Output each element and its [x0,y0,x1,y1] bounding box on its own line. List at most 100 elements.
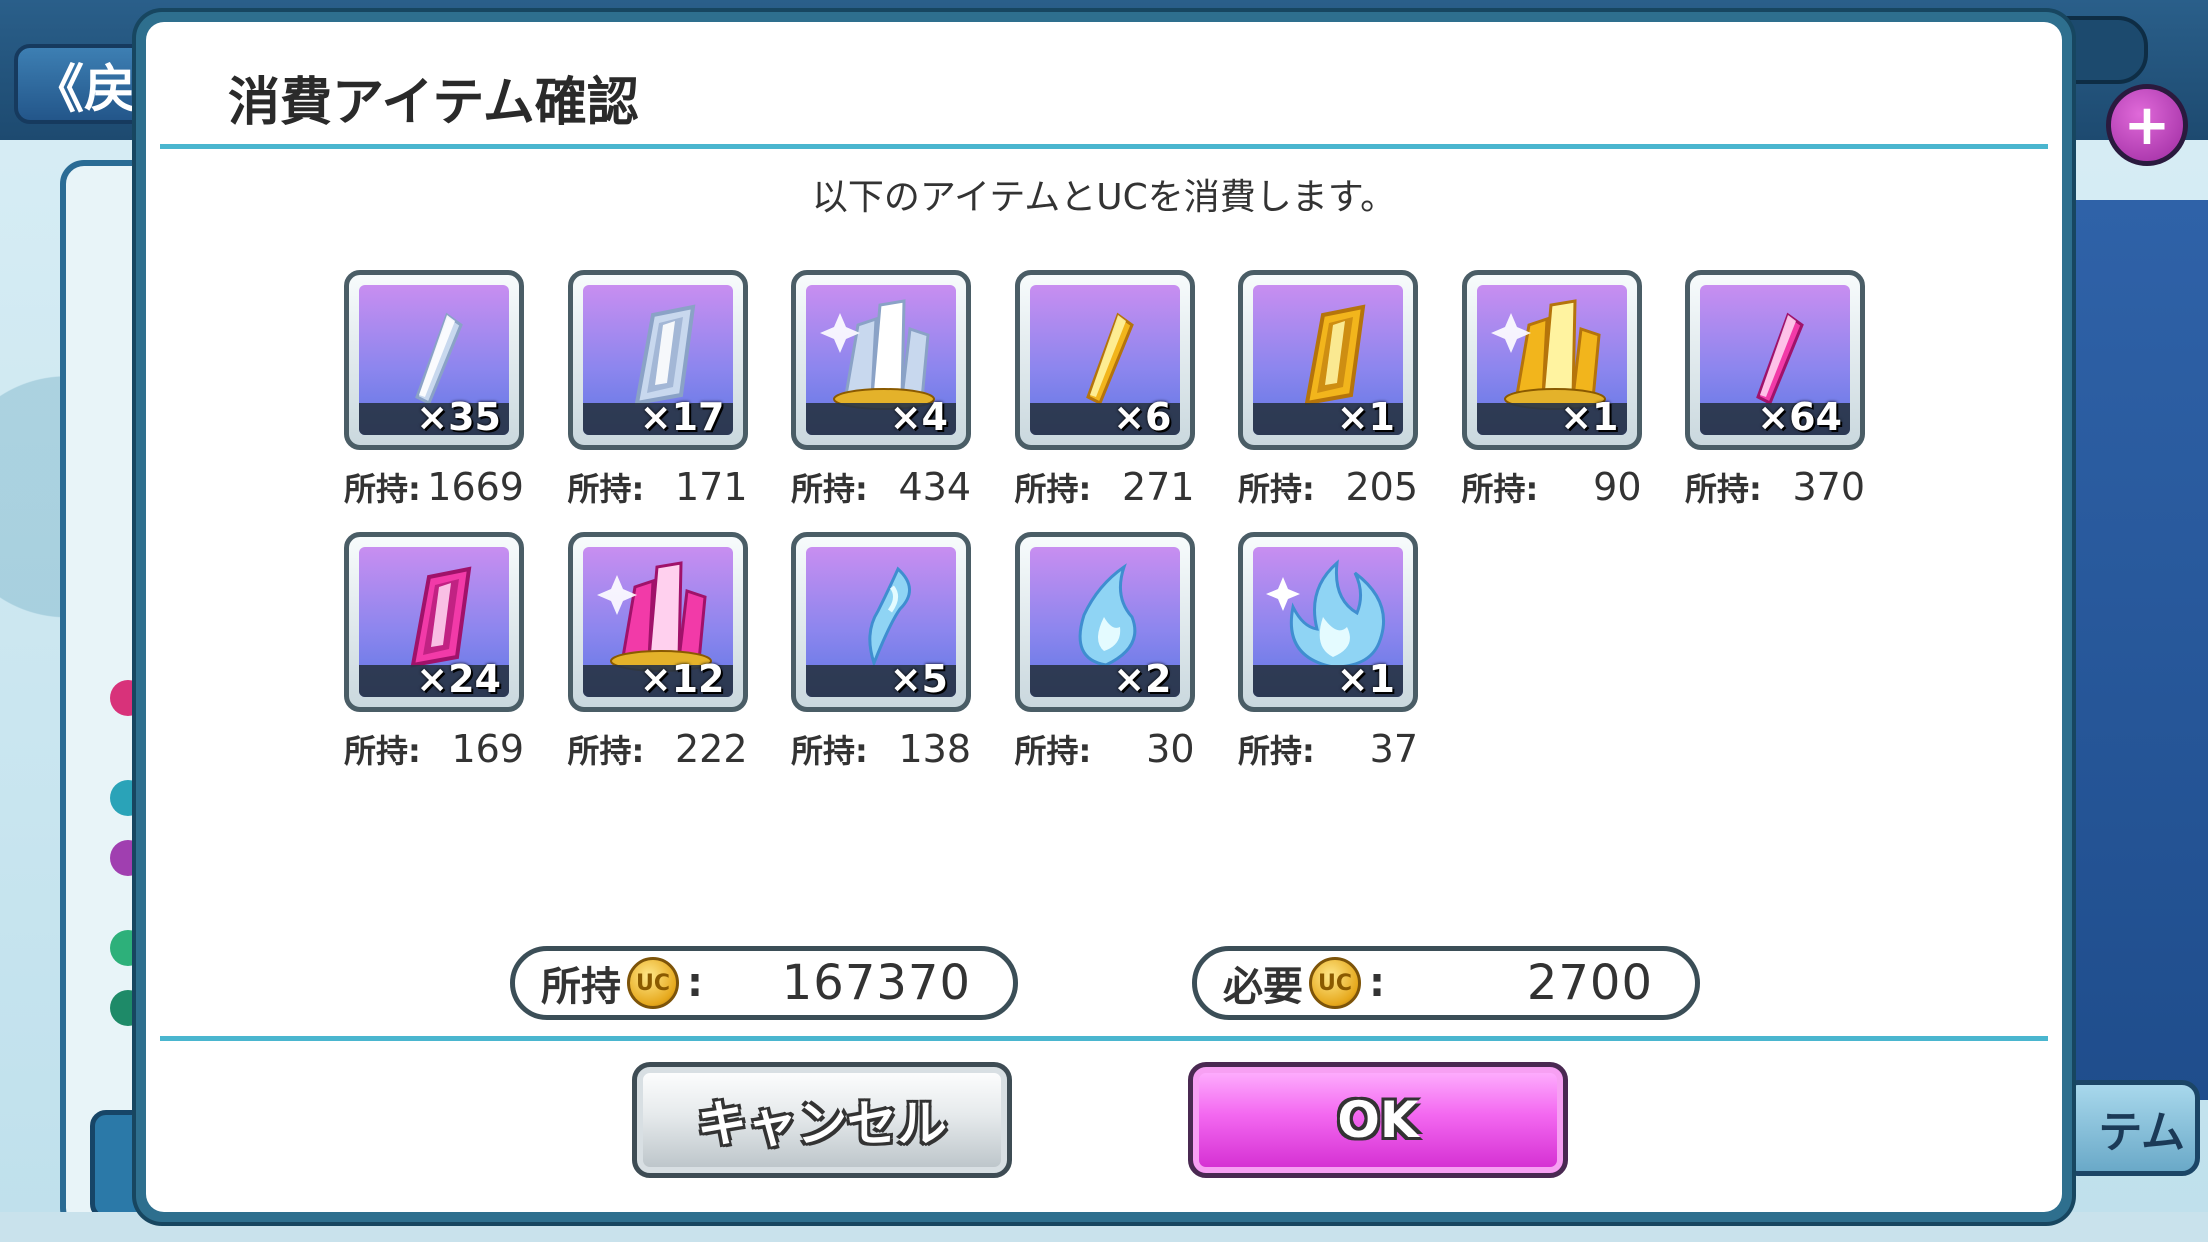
item-owned-value: 370 [1792,465,1865,509]
item-frame: ×1 [1238,532,1418,712]
item-card[interactable]: ×5 所持: 138 [791,532,971,772]
item-card[interactable]: ×2 所持: 30 [1014,532,1195,772]
item-owned-label: 所持: [344,732,421,770]
item-frame: ×5 [791,532,971,712]
item-consume-count: ×24 [416,657,501,697]
item-frame: ×17 [567,270,748,450]
item-frame: ×12 [567,532,748,712]
uc-coin-icon: UC [1309,957,1361,1009]
required-currency-separator: : [1369,960,1385,1006]
item-owned-row: 所持: 138 [791,726,971,772]
item-owned-row: 所持: 434 [791,464,971,510]
item-owned-value: 1669 [427,465,524,509]
item-owned-value: 171 [674,465,748,509]
item-icon-bg: ×12 [582,547,733,697]
item-icon-bg: ×1 [1476,285,1627,435]
item-card[interactable]: ×4 所持: 434 [791,270,971,510]
item-consume-count: ×4 [889,395,948,435]
item-owned-row: 所持: 205 [1238,464,1418,510]
dialog-message: 以下のアイテムとUCを消費します。 [811,177,1397,218]
item-owned-value: 205 [1345,465,1418,509]
item-icon-bg: ×24 [359,547,509,697]
item-icon-bg: ×6 [1029,285,1180,435]
item-icon-bg: ×35 [359,285,509,435]
item-owned-label: 所持: [791,732,868,770]
item-consume-count: ×12 [639,657,725,697]
item-owned-value: 138 [898,727,971,771]
item-owned-row: 所持: 169 [344,726,524,772]
confirm-dialog: 消費アイテム確認 以下のアイテムとUCを消費します。 ×35 所持: 1669 [136,12,2072,1222]
title-divider [160,144,2048,149]
item-owned-value: 169 [451,727,524,771]
required-currency-pill: 必要 UC : 2700 [1192,946,1700,1020]
item-owned-row: 所持: 90 [1462,464,1642,510]
item-card[interactable]: ×6 所持: 271 [1014,270,1195,510]
item-card[interactable]: ×1 所持: 205 [1238,270,1418,510]
item-owned-row: 所持: 171 [568,464,748,510]
dialog-body: 消費アイテム確認 以下のアイテムとUCを消費します。 ×35 所持: 1669 [146,22,2062,1212]
item-frame: ×6 [1014,270,1195,450]
item-icon-bg: ×1 [1253,285,1403,435]
item-consume-count: ×1 [1336,395,1395,435]
item-frame: ×24 [344,532,524,712]
item-owned-value: 434 [898,465,971,509]
item-owned-label: 所持: [567,470,645,508]
item-card[interactable]: ×12 所持: 222 [567,532,748,772]
item-card[interactable]: ×24 所持: 169 [344,532,524,772]
ok-button[interactable]: OK [1188,1062,1568,1178]
item-owned-value: 90 [1593,465,1642,509]
item-owned-value: 37 [1369,727,1418,771]
owned-currency-label: 所持 [541,964,621,1010]
item-owned-row: 所持: 1669 [344,464,524,510]
item-owned-label: 所持: [1685,470,1762,508]
item-icon-bg: ×17 [582,285,733,435]
item-owned-row: 所持: 370 [1685,464,1865,510]
item-owned-label: 所持: [1014,470,1092,508]
owned-currency-value: 167370 [781,955,971,1011]
item-owned-label: 所持: [344,470,421,508]
item-consume-count: ×1 [1336,657,1395,697]
cancel-button[interactable]: キャンセル [632,1062,1012,1178]
background-right-panel [2070,200,2208,1100]
item-consume-count: ×2 [1113,657,1172,697]
item-consume-count: ×17 [639,395,725,435]
item-owned-row: 所持: 222 [568,726,748,772]
item-consume-count: ×64 [1757,395,1842,435]
item-owned-label: 所持: [567,732,645,770]
item-owned-label: 所持: [791,470,868,508]
item-icon-bg: ×5 [806,547,956,697]
item-icon-bg: ×4 [806,285,956,435]
item-frame: ×4 [791,270,971,450]
item-consume-count: ×6 [1113,395,1172,435]
item-card[interactable]: ×64 所持: 370 [1685,270,1865,510]
item-consume-count: ×35 [416,395,501,435]
item-consume-count: ×5 [889,657,948,697]
add-currency-button[interactable]: + [2106,84,2188,166]
item-owned-label: 所持: [1238,470,1315,508]
item-owned-label: 所持: [1238,732,1315,770]
item-owned-label: 所持: [1461,470,1539,508]
required-currency-label: 必要 [1223,964,1303,1010]
item-owned-row: 所持: 30 [1015,726,1195,772]
item-frame: ×1 [1461,270,1642,450]
item-owned-value: 222 [674,727,748,771]
item-card[interactable]: ×35 所持: 1669 [344,270,524,510]
item-frame: ×64 [1685,270,1865,450]
footer-divider [160,1036,2048,1041]
item-owned-value: 30 [1146,727,1195,771]
item-owned-value: 271 [1121,465,1195,509]
background-item-button[interactable]: テム [2060,1080,2200,1176]
item-owned-row: 所持: 271 [1015,464,1195,510]
item-card[interactable]: ×1 所持: 37 [1238,532,1418,772]
item-icon-bg: ×64 [1700,285,1850,435]
item-frame: ×35 [344,270,524,450]
item-owned-row: 所持: 37 [1238,726,1418,772]
item-card[interactable]: ×17 所持: 171 [567,270,748,510]
item-card[interactable]: ×1 所持: 90 [1461,270,1642,510]
item-frame: ×1 [1238,270,1418,450]
item-consume-count: ×1 [1560,395,1619,435]
owned-currency-pill: 所持 UC : 167370 [510,946,1018,1020]
dialog-title: 消費アイテム確認 [228,73,639,133]
required-currency-value: 2700 [1526,955,1653,1011]
item-frame: ×2 [1014,532,1195,712]
